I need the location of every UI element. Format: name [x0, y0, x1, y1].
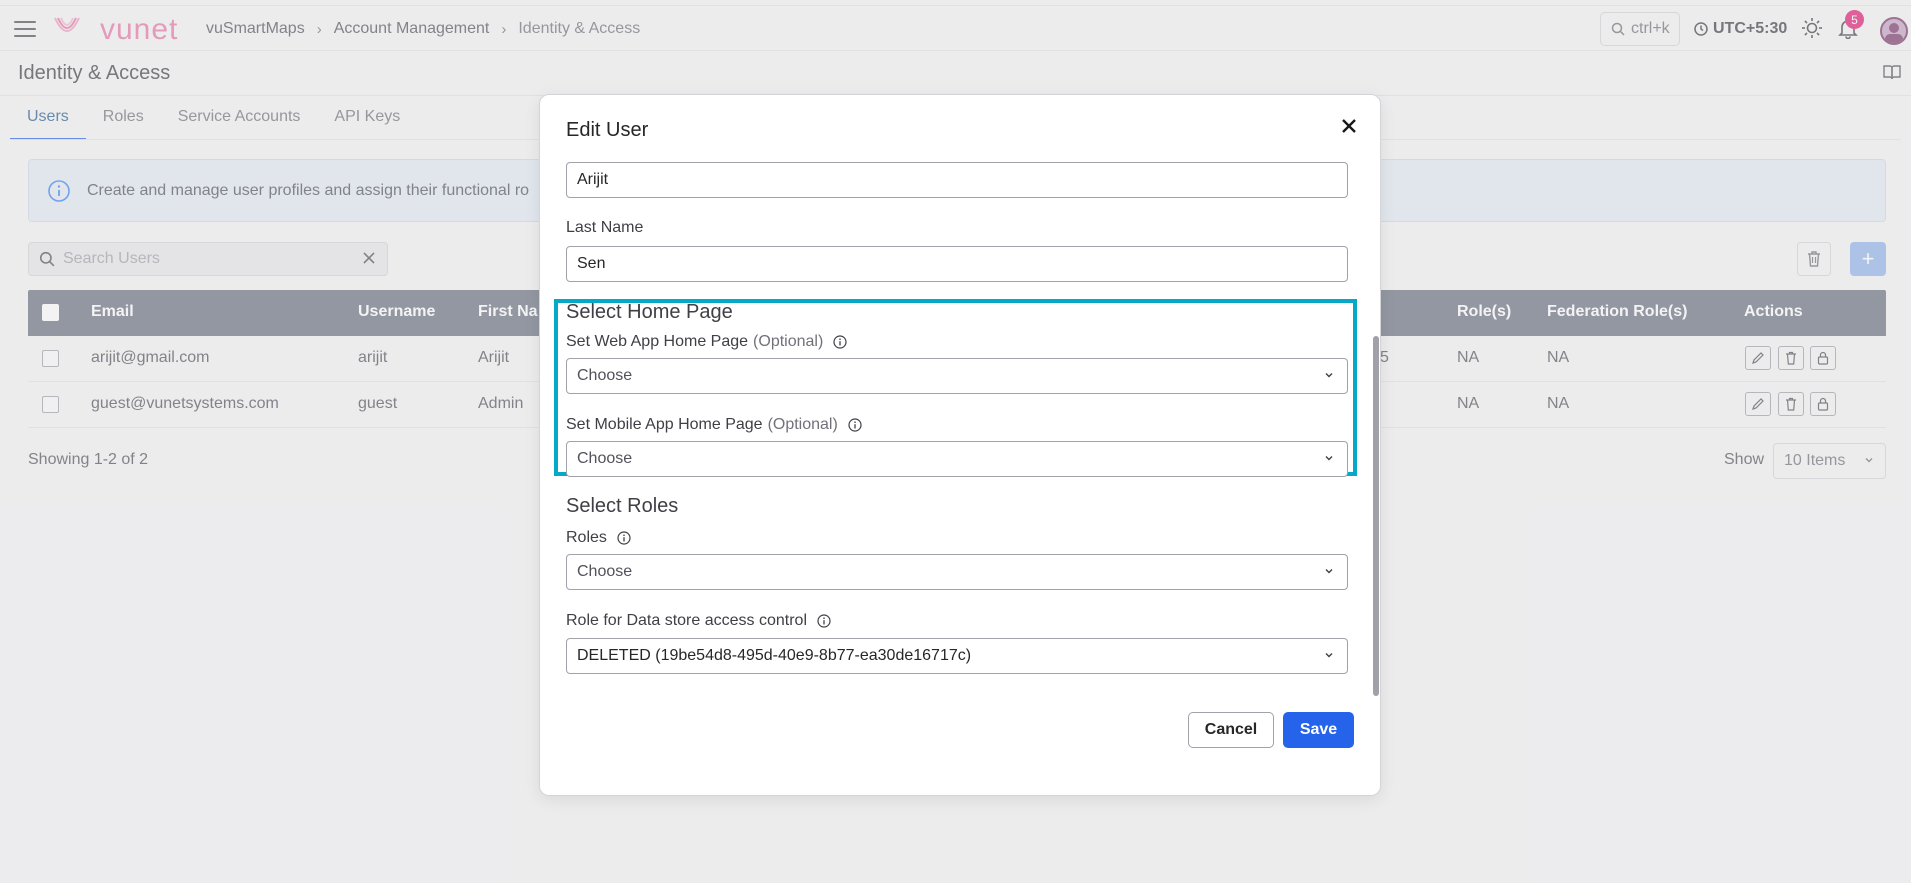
datastore-value: DELETED (19be54d8-495d-40e9-8b77-ea30de1… [577, 647, 972, 664]
web-home-label: Set Web App Home Page (Optional) [566, 333, 847, 351]
last-name-label: Last Name [566, 219, 643, 237]
roles-section-title: Select Roles [566, 495, 679, 517]
web-home-label-text: Set Web App Home Page [566, 333, 749, 350]
home-page-section-title: Select Home Page [566, 301, 733, 323]
cancel-button[interactable]: Cancel [1188, 712, 1274, 748]
modal-scrollbar[interactable] [1373, 336, 1379, 696]
info-icon[interactable] [833, 335, 847, 349]
chevron-down-icon [1325, 569, 1333, 574]
mobile-home-label-text: Set Mobile App Home Page [566, 416, 763, 433]
edit-user-modal: Edit User Arijit Last Name Sen Select Ho… [539, 94, 1381, 796]
mobile-home-value: Choose [577, 450, 633, 467]
roles-value: Choose [577, 563, 633, 580]
mobile-home-label: Set Mobile App Home Page (Optional) [566, 416, 862, 434]
mobile-home-select[interactable]: Choose [566, 441, 1348, 477]
last-name-label-text: Last Name [566, 219, 644, 236]
optional-text: (Optional) [767, 416, 838, 433]
modal-title: Edit User [566, 119, 649, 141]
web-home-value: Choose [577, 367, 633, 384]
close-icon[interactable] [1340, 117, 1358, 135]
roles-label-text: Roles [566, 529, 607, 546]
chevron-down-icon [1325, 373, 1333, 378]
last-name-field[interactable]: Sen [566, 246, 1348, 282]
datastore-select[interactable]: DELETED (19be54d8-495d-40e9-8b77-ea30de1… [566, 638, 1348, 674]
chevron-down-icon [1325, 653, 1333, 658]
roles-select[interactable]: Choose [566, 554, 1348, 590]
datastore-label: Role for Data store access control [566, 612, 831, 630]
optional-text: (Optional) [753, 333, 824, 350]
web-home-select[interactable]: Choose [566, 358, 1348, 394]
chevron-down-icon [1325, 456, 1333, 461]
datastore-label-text: Role for Data store access control [566, 612, 807, 629]
first-name-field[interactable]: Arijit [566, 162, 1348, 198]
roles-label: Roles [566, 529, 631, 547]
info-icon[interactable] [617, 531, 631, 545]
info-icon[interactable] [848, 418, 862, 432]
info-icon[interactable] [817, 614, 831, 628]
save-button[interactable]: Save [1283, 712, 1354, 748]
